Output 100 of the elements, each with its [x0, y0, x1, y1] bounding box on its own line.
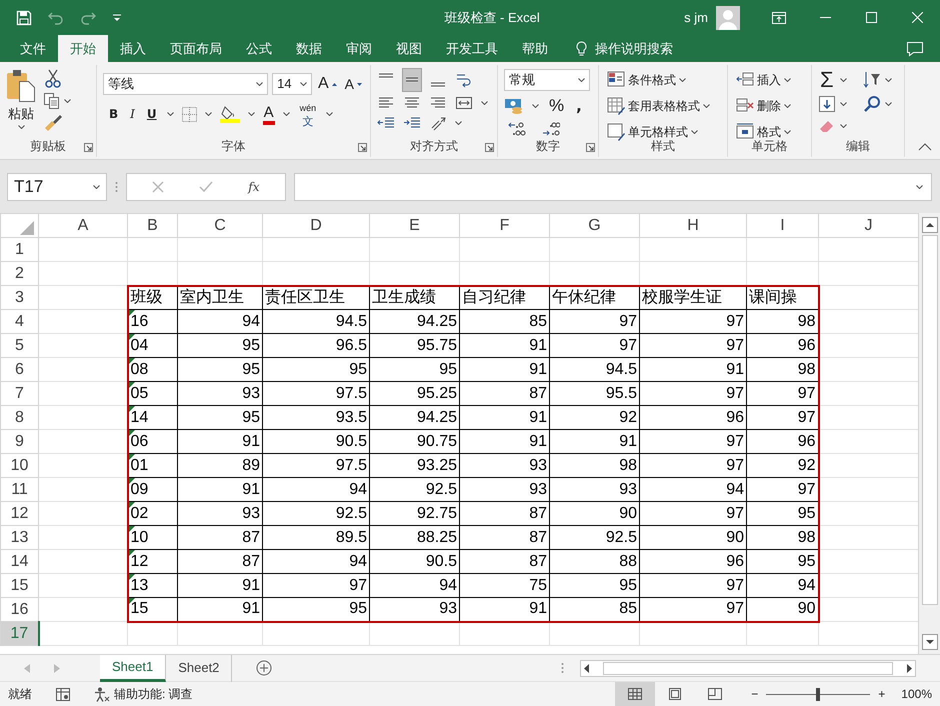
formula-field[interactable] — [294, 172, 932, 200]
row-header[interactable]: 13 — [0, 526, 38, 550]
fill-down-icon[interactable] — [818, 95, 836, 113]
decrease-decimal-icon[interactable] — [542, 121, 560, 137]
caret-icon[interactable] — [282, 112, 290, 116]
row-header[interactable]: 7 — [0, 382, 38, 406]
caret-icon[interactable] — [18, 125, 24, 129]
ribbon-tab[interactable]: 视图 — [384, 35, 434, 62]
save-icon[interactable] — [16, 10, 32, 26]
scrollbar-thumb[interactable] — [922, 235, 938, 605]
font-size-dropdown[interactable]: 14 — [272, 73, 312, 95]
cut-icon[interactable] — [44, 69, 62, 89]
ribbon-tab[interactable]: 开始 — [58, 35, 108, 62]
conditional-formatting-button[interactable]: 条件格式 — [605, 69, 721, 91]
scroll-up-icon[interactable] — [922, 217, 938, 233]
borders-icon[interactable] — [182, 106, 197, 122]
caret-icon[interactable] — [840, 102, 847, 106]
add-sheet-icon[interactable] — [256, 660, 272, 676]
lightbulb-icon[interactable] — [576, 40, 587, 56]
underline-button[interactable]: U — [144, 103, 159, 125]
column-header[interactable]: F — [460, 214, 550, 238]
dialog-launcher-icon[interactable] — [84, 143, 93, 152]
column-header[interactable]: G — [550, 214, 640, 238]
column-header[interactable]: H — [640, 214, 746, 238]
column-header[interactable]: I — [746, 214, 818, 238]
splitter-icon[interactable] — [561, 662, 564, 674]
increase-decimal-icon[interactable] — [508, 121, 526, 137]
row-header[interactable]: 16 — [0, 598, 38, 622]
zoom-out-button[interactable]: − — [751, 685, 758, 703]
normal-view-button[interactable] — [615, 682, 656, 706]
caret-icon[interactable] — [840, 124, 847, 128]
row-header[interactable]: 14 — [0, 550, 38, 574]
percent-button[interactable]: % — [547, 95, 566, 117]
phonetic-guide-button[interactable]: wén 文 — [298, 103, 318, 125]
wrap-text-icon[interactable] — [455, 72, 473, 88]
macro-record-icon[interactable] — [56, 688, 70, 700]
column-header[interactable]: D — [262, 214, 370, 238]
row-header[interactable]: 5 — [0, 334, 38, 358]
italic-button[interactable]: I — [128, 103, 137, 125]
font-color-button[interactable]: A — [262, 103, 275, 125]
comment-icon[interactable] — [906, 40, 924, 56]
maximize-icon[interactable] — [866, 12, 876, 23]
ribbon-tab[interactable]: 开发工具 — [434, 35, 510, 62]
caret-icon[interactable] — [64, 99, 71, 103]
row-header[interactable]: 8 — [0, 406, 38, 430]
tell-me-search[interactable]: 操作说明搜索 — [595, 35, 673, 62]
zoom-level[interactable]: 100% — [901, 685, 940, 703]
insert-cells-button[interactable]: 插入 — [734, 69, 805, 91]
close-icon[interactable] — [912, 12, 922, 23]
grow-font-button[interactable]: A — [316, 73, 339, 95]
caret-icon[interactable] — [166, 112, 174, 116]
orientation-icon[interactable] — [429, 115, 447, 131]
merge-center-icon[interactable] — [455, 95, 473, 111]
zoom-slider-thumb[interactable] — [816, 688, 820, 700]
comma-style-button[interactable]: , — [574, 95, 584, 117]
name-box[interactable]: T17 — [7, 172, 107, 200]
scrollbar-thumb[interactable] — [603, 662, 893, 674]
caret-icon[interactable] — [256, 82, 264, 86]
caret-icon[interactable] — [840, 78, 847, 82]
paste-icon[interactable] — [6, 69, 36, 103]
copy-icon[interactable] — [44, 93, 60, 109]
ribbon-tab[interactable]: 页面布局 — [158, 35, 234, 62]
ribbon-tab[interactable]: 公式 — [234, 35, 284, 62]
caret-icon[interactable] — [93, 184, 100, 188]
ribbon-tab[interactable]: 数据 — [284, 35, 334, 62]
row-header[interactable]: 3 — [0, 286, 38, 310]
caret-icon[interactable] — [885, 102, 892, 106]
delete-cells-button[interactable]: 删除 — [734, 95, 805, 117]
caret-icon[interactable] — [204, 112, 212, 116]
caret-icon[interactable] — [481, 101, 488, 105]
find-icon[interactable] — [863, 95, 881, 113]
sheet-tab[interactable]: Sheet1 — [100, 654, 166, 682]
insert-function-button[interactable]: fx — [248, 178, 260, 196]
accessibility-status[interactable]: 辅助功能: 调查 — [114, 685, 193, 703]
paste-button[interactable]: 粘贴 — [6, 69, 36, 131]
caret-icon[interactable] — [884, 78, 892, 82]
caret-icon[interactable] — [300, 82, 307, 86]
number-format-dropdown[interactable]: 常规 — [504, 69, 590, 91]
ribbon-tab[interactable]: 插入 — [108, 35, 158, 62]
bold-button[interactable]: B — [107, 103, 120, 125]
column-header[interactable]: C — [178, 214, 262, 238]
column-header[interactable]: A — [38, 214, 128, 238]
fill-color-icon[interactable] — [220, 105, 240, 123]
caret-icon[interactable] — [916, 184, 923, 188]
row-header[interactable]: 15 — [0, 574, 38, 598]
caret-icon[interactable] — [326, 112, 334, 116]
row-header[interactable]: 10 — [0, 454, 38, 478]
format-as-table-button[interactable]: 套用表格格式 — [605, 95, 721, 117]
sort-filter-icon[interactable] — [862, 71, 881, 89]
autosum-button[interactable]: Σ — [818, 69, 836, 91]
accessibility-icon[interactable] — [94, 686, 110, 702]
dialog-launcher-icon[interactable] — [586, 143, 595, 152]
row-header[interactable]: 2 — [0, 262, 38, 286]
dialog-launcher-icon[interactable] — [358, 143, 367, 152]
ribbon-tab[interactable]: 文件 — [8, 35, 58, 62]
caret-icon[interactable] — [532, 104, 539, 108]
row-header[interactable]: 4 — [0, 310, 38, 334]
row-header[interactable]: 12 — [0, 502, 38, 526]
scroll-down-icon[interactable] — [922, 634, 938, 650]
row-header[interactable]: 17 — [0, 622, 38, 646]
